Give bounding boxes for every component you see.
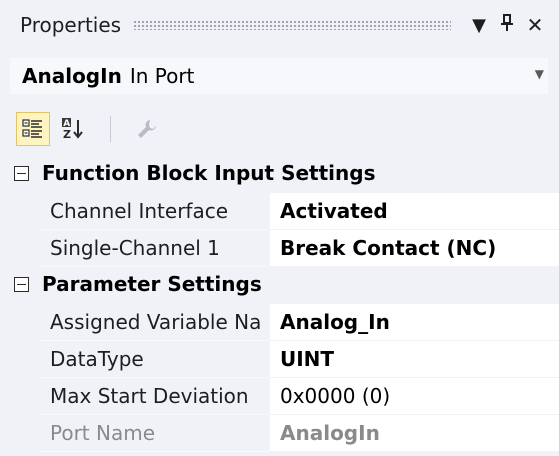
property-value-cell[interactable]: Analog_In [270, 304, 559, 341]
svg-text:Z: Z [63, 128, 71, 141]
chevron-down-icon[interactable]: ▼ [535, 67, 544, 81]
property-name: DataType [50, 347, 144, 371]
property-value: UINT [280, 347, 335, 371]
property-row-channel-interface[interactable]: Channel Interface Activated [0, 193, 559, 230]
property-name: Max Start Deviation [50, 384, 249, 408]
alphabetical-sort-icon: A Z [62, 118, 83, 141]
property-value: Activated [280, 199, 388, 223]
property-value-cell[interactable]: Break Contact (NC) [270, 230, 559, 267]
property-name: Assigned Variable Na [50, 310, 262, 334]
property-row-datatype[interactable]: DataType UINT [0, 341, 559, 378]
property-row-single-channel-1[interactable]: Single-Channel 1 Break Contact (NC) [0, 230, 559, 267]
properties-window: Properties ▼ ✕ AnalogIn In Port ▼ A Z Fu… [0, 0, 559, 456]
property-row-max-start-deviation[interactable]: Max Start Deviation 0x0000 (0) [0, 378, 559, 415]
category-parameter-settings[interactable]: Parameter Settings [0, 267, 559, 304]
property-name-cell[interactable]: Channel Interface [40, 193, 269, 230]
property-name: Port Name [50, 421, 156, 445]
property-value: Break Contact (NC) [280, 236, 497, 260]
drag-grip[interactable] [133, 20, 451, 30]
collapse-icon[interactable] [14, 277, 29, 292]
property-value-cell[interactable]: AnalogIn [270, 415, 559, 452]
close-icon[interactable]: ✕ [521, 13, 549, 37]
property-row-assigned-variable-name[interactable]: Assigned Variable Na Analog_In [0, 304, 559, 341]
categorized-icon [22, 119, 42, 138]
alphabetical-button[interactable]: A Z [56, 112, 90, 146]
property-value: 0x0000 (0) [280, 384, 391, 408]
object-selector[interactable]: AnalogIn In Port ▼ [0, 50, 559, 102]
property-value-cell[interactable]: UINT [270, 341, 559, 378]
categorized-button[interactable] [16, 112, 50, 146]
property-pages-button[interactable] [130, 112, 164, 146]
property-value: AnalogIn [280, 421, 380, 445]
property-grid: Function Block Input Settings Channel In… [0, 154, 559, 456]
window-title: Properties [20, 13, 122, 37]
property-name-cell[interactable]: Single-Channel 1 [40, 230, 269, 267]
collapse-icon[interactable] [14, 166, 29, 181]
window-position-dropdown-icon[interactable]: ▼ [465, 15, 493, 36]
property-name-cell[interactable]: DataType [40, 341, 269, 378]
toolbar-separator [110, 116, 111, 142]
property-row-port-name[interactable]: Port Name AnalogIn [0, 415, 559, 452]
category-label: Function Block Input Settings [42, 161, 376, 185]
properties-toolbar: A Z [0, 102, 559, 154]
property-name-cell[interactable]: Max Start Deviation [40, 378, 269, 415]
property-value: Analog_In [280, 310, 390, 334]
property-name: Single-Channel 1 [50, 236, 220, 260]
property-value-cell[interactable]: 0x0000 (0) [270, 378, 559, 415]
category-label: Parameter Settings [42, 272, 262, 296]
auto-hide-pin-icon[interactable] [493, 13, 521, 37]
property-name-cell[interactable]: Assigned Variable Na [40, 304, 269, 341]
category-function-block-input-settings[interactable]: Function Block Input Settings [0, 156, 559, 193]
title-bar[interactable]: Properties ▼ ✕ [0, 0, 559, 50]
property-value-cell[interactable]: Activated [270, 193, 559, 230]
property-name-cell[interactable]: Port Name [40, 415, 269, 452]
selected-object-type: In Port [129, 64, 195, 88]
selected-object-name: AnalogIn [22, 64, 122, 88]
wrench-icon [138, 120, 156, 138]
object-selector-box[interactable]: AnalogIn In Port ▼ [10, 58, 548, 94]
property-name: Channel Interface [50, 199, 229, 223]
